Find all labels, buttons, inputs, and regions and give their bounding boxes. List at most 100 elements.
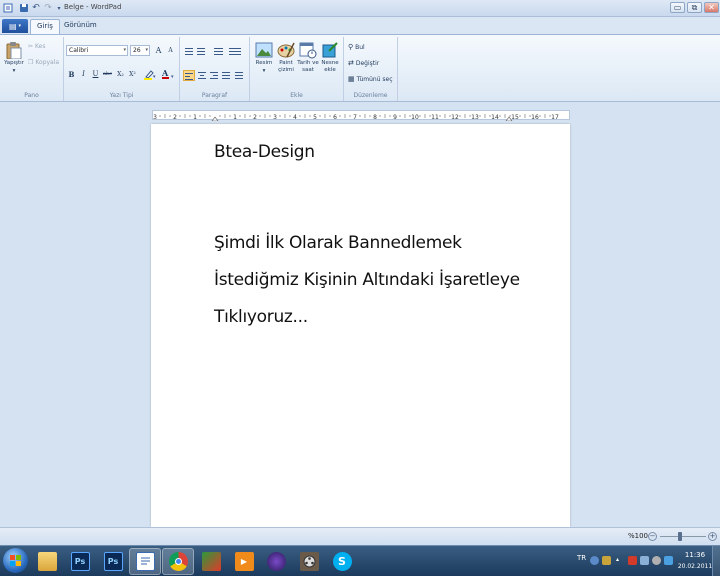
taskbar-camtasia[interactable] — [260, 548, 292, 575]
clipboard-group: Yapıştır ▾ ✂ Kes ❐ Kopyala Pano — [0, 37, 64, 101]
tab-home[interactable]: Giriş — [30, 19, 60, 34]
ribbon-tab-row: ▤ ▾ Giriş Görünüm — [0, 17, 720, 34]
tab-view[interactable]: Görünüm — [58, 19, 103, 34]
ruler-label: 3 — [273, 114, 277, 121]
start-button[interactable] — [3, 548, 28, 573]
ruler-label: 9 — [393, 114, 397, 121]
insert-object-button[interactable]: Nesne ekle — [318, 41, 342, 74]
object-label: Nesne ekle — [321, 60, 339, 73]
update-icon[interactable] — [664, 556, 673, 565]
volume-icon[interactable] — [652, 556, 661, 565]
chevron-up-icon[interactable]: ▴ — [616, 556, 625, 565]
grow-font-button[interactable]: A — [153, 45, 164, 56]
ruler-label: 5 — [313, 114, 317, 121]
select-all-button[interactable]: ▦ Tümünü seç — [348, 75, 393, 83]
security-flag-icon[interactable] — [628, 556, 637, 565]
font-color-button[interactable]: A ▾ — [160, 68, 176, 80]
date-time-label: Tarih ve saat — [297, 60, 319, 73]
editing-group-label: Düzenleme — [353, 92, 388, 99]
ruler-left-indent-marker[interactable] — [211, 116, 219, 121]
film-reel-icon — [299, 552, 319, 571]
document-canvas[interactable]: Btea-Design Şimdi İlk Olarak Bannedlemek… — [0, 124, 720, 527]
paint-palette-icon — [277, 42, 295, 58]
paste-button[interactable]: Yapıştır ▾ — [2, 41, 26, 75]
close-button[interactable]: ✕ — [704, 2, 719, 13]
zoom-in-button[interactable]: + — [708, 532, 717, 541]
taskbar-explorer[interactable] — [31, 548, 63, 575]
windows-logo-icon — [10, 555, 21, 566]
ruler-label: 14 — [491, 114, 499, 121]
font-color-icon: A ▾ — [161, 68, 174, 80]
wordpad-app-icon[interactable] — [2, 2, 14, 14]
document-line[interactable]: İstediğmiz Kişinin Altındaki İşaretleye — [214, 270, 520, 290]
chrome-icon — [168, 552, 188, 571]
bullet-list-icon[interactable] — [210, 46, 224, 57]
maximize-button[interactable]: ⧉ — [687, 2, 702, 13]
document-line[interactable]: Btea-Design — [214, 142, 315, 162]
show-desktop-button[interactable] — [712, 546, 720, 576]
taskbar-skype[interactable]: S — [326, 548, 358, 575]
keyboard-icon[interactable] — [602, 556, 611, 565]
clock-time[interactable]: 11:36 — [680, 551, 710, 559]
document-line[interactable]: Şimdi İlk Olarak Bannedlemek — [214, 233, 462, 253]
paint-drawing-button[interactable]: Paint çizimi — [274, 41, 298, 74]
taskbar-photoshop-2[interactable]: Ps — [97, 548, 129, 575]
align-left-icon[interactable] — [183, 70, 195, 81]
strikethrough-button[interactable]: abc — [102, 69, 113, 80]
taskbar-media-player[interactable]: ▶ — [228, 548, 260, 575]
taskbar-corel[interactable] — [195, 548, 227, 575]
italic-button[interactable]: I — [78, 69, 89, 80]
ruler-label: 6 — [333, 114, 337, 121]
decrease-indent-icon[interactable] — [184, 46, 194, 57]
insert-picture-button[interactable]: Resim ▾ — [252, 41, 276, 75]
line-spacing-icon[interactable] — [228, 46, 242, 57]
save-icon[interactable] — [18, 2, 30, 14]
paragraph-settings-icon[interactable] — [234, 70, 244, 81]
subscript-button[interactable]: X₂ — [115, 69, 126, 80]
align-right-icon[interactable] — [209, 70, 219, 81]
svg-text:▾: ▾ — [153, 74, 156, 80]
zoom-slider-thumb[interactable] — [678, 532, 682, 541]
minimize-button[interactable]: ▭ — [670, 2, 685, 13]
cut-button[interactable]: ✂ Kes — [28, 43, 45, 50]
ruler-label: 4 — [293, 114, 297, 121]
font-group-label: Yazı Tipi — [109, 92, 134, 99]
replace-label: Değiştir — [355, 59, 380, 67]
font-size-select[interactable]: 26 ▾ — [130, 45, 150, 56]
font-family-select[interactable]: Calibri ▾ — [66, 45, 128, 56]
camtasia-icon — [266, 552, 286, 571]
date-time-button[interactable]: Tarih ve saat — [296, 41, 320, 74]
app-menu-button[interactable]: ▤ ▾ — [2, 19, 28, 33]
find-button[interactable]: ⚲ Bul — [348, 43, 365, 51]
taskbar-chrome[interactable] — [162, 548, 194, 575]
zoom-out-button[interactable]: − — [648, 532, 657, 541]
underline-button[interactable]: U — [90, 69, 101, 80]
taskbar-photoshop-1[interactable]: Ps — [64, 548, 96, 575]
zoom-slider-track[interactable] — [660, 536, 706, 537]
ruler-label: 2 — [173, 114, 177, 121]
svg-text:A: A — [161, 69, 169, 78]
replace-button[interactable]: ⇄ Değiştir — [348, 59, 379, 67]
ruler-label: 8 — [373, 114, 377, 121]
justify-icon[interactable] — [221, 70, 231, 81]
copy-button[interactable]: ❐ Kopyala — [28, 59, 59, 66]
align-center-icon[interactable] — [197, 70, 207, 81]
taskbar-wordpad[interactable] — [129, 548, 161, 575]
bold-button[interactable]: B — [66, 69, 77, 80]
find-label: Bul — [355, 43, 365, 51]
ruler-label: 1 — [233, 114, 237, 121]
ruler[interactable]: 3 2 1 1 2 3 4 5 6 7 8 9 10 11 12 13 14 15 16 17 — [152, 110, 570, 121]
help-icon[interactable] — [590, 556, 599, 565]
shrink-font-button[interactable]: A — [165, 45, 176, 56]
superscript-button[interactable]: X² — [127, 69, 138, 80]
highlight-button[interactable]: ▾ — [142, 69, 158, 80]
chevron-down-icon: ▾ — [262, 68, 266, 74]
network-icon[interactable] — [640, 556, 649, 565]
clock-date[interactable]: 20.02.2011 — [676, 563, 714, 570]
language-indicator[interactable]: TR — [577, 554, 586, 562]
increase-indent-icon[interactable] — [196, 46, 206, 57]
taskbar-video[interactable] — [293, 548, 325, 575]
undo-icon[interactable]: ↶ — [30, 2, 42, 14]
document-page[interactable]: Btea-Design Şimdi İlk Olarak Bannedlemek… — [151, 124, 570, 527]
document-line[interactable]: Tıklıyoruz... — [214, 307, 308, 327]
